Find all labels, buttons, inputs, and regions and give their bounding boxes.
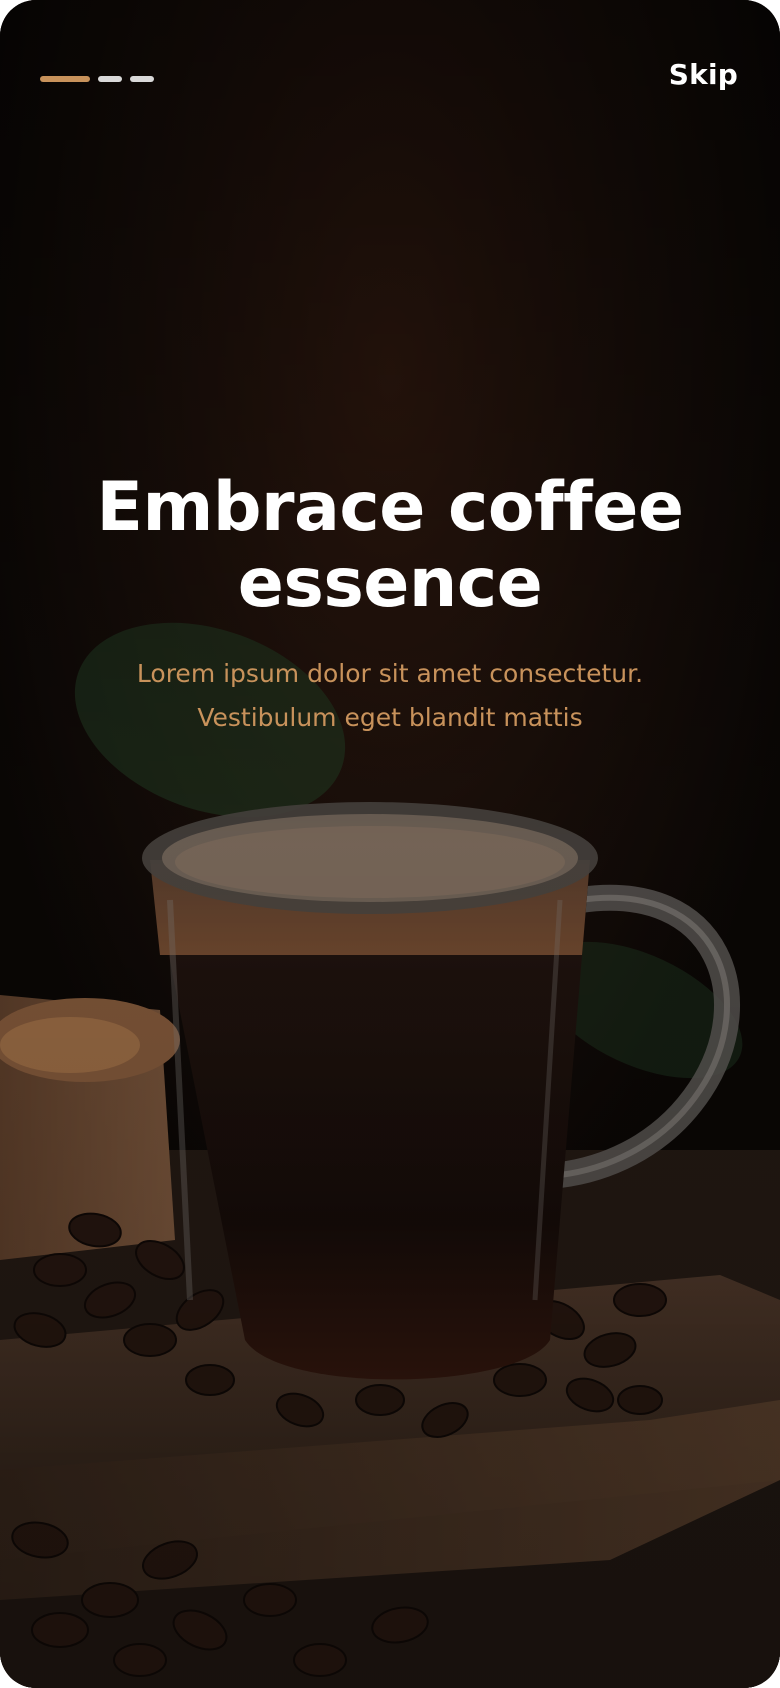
- progress-step-2: [98, 76, 122, 82]
- title-line-1: Embrace coffee: [96, 468, 684, 547]
- onboarding-title: Embrace coffee essence: [0, 470, 780, 622]
- progress-step-3: [130, 76, 154, 82]
- subtitle-line-1: Lorem ipsum dolor sit amet consectetur.: [136, 659, 644, 688]
- subtitle-line-2: Vestibulum eget blandit mattis: [197, 703, 583, 732]
- onboarding-screen: Skip Embrace coffee essence Lorem ipsum …: [0, 0, 780, 1688]
- skip-button[interactable]: Skip: [669, 58, 738, 91]
- progress-step-1-active: [40, 76, 90, 82]
- title-line-2: essence: [237, 544, 543, 623]
- onboarding-subtitle: Lorem ipsum dolor sit amet consectetur. …: [0, 652, 780, 740]
- onboarding-progress-indicator: [40, 76, 154, 82]
- coffee-background-image: [0, 0, 780, 1688]
